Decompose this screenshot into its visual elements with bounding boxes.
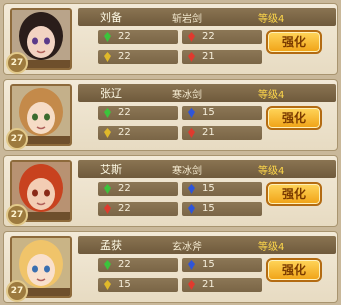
- equipment-level: 等级4: [258, 166, 285, 177]
- hero-level-badge: 27: [6, 128, 28, 150]
- stat-value: 21: [202, 279, 215, 290]
- stat-slot: 21: [182, 278, 262, 292]
- stat-value: 21: [202, 127, 215, 138]
- hero-card: 27 刘备 斩岩剑 等级4 22 22 22 21 强化: [3, 3, 338, 75]
- stat-value: 22: [118, 259, 131, 270]
- equipment-level: 等级4: [258, 242, 285, 253]
- stat-slot: 22: [98, 126, 178, 140]
- stat-slot: 15: [182, 202, 262, 216]
- stat-slot: 15: [182, 258, 262, 272]
- stat-value: 22: [202, 31, 215, 42]
- stat-value: 22: [118, 107, 131, 118]
- hero-name-bar: 张辽 寒冰剑 等级4: [78, 84, 336, 102]
- gold-gem-icon: [104, 52, 111, 62]
- upgrade-button[interactable]: 强化: [266, 182, 322, 206]
- stat-value: 15: [118, 279, 131, 290]
- stat-slot: 22: [98, 182, 178, 196]
- blue-gem-icon: [188, 260, 195, 270]
- hero-name: 艾斯: [100, 163, 122, 176]
- red-gem-icon: [188, 52, 195, 62]
- gold-gem-icon: [104, 280, 111, 290]
- red-gem-icon: [188, 128, 195, 138]
- stat-slot: 22: [98, 106, 178, 120]
- stat-slot: 22: [98, 50, 178, 64]
- equipment-level: 等级4: [258, 90, 285, 101]
- red-gem-icon: [188, 32, 195, 42]
- blue-gem-icon: [188, 204, 195, 214]
- stat-slot: 22: [98, 258, 178, 272]
- stat-value: 22: [118, 183, 131, 194]
- stat-value: 15: [202, 107, 215, 118]
- stat-slot: 22: [98, 202, 178, 216]
- weapon-name: 斩岩剑: [172, 14, 202, 25]
- stat-slot: 21: [182, 50, 262, 64]
- weapon-name: 玄冰斧: [172, 242, 202, 253]
- hero-card: 27 孟获 玄冰斧 等级4 22 15 15 21 强化: [3, 231, 338, 303]
- weapon-name: 寒冰剑: [172, 90, 202, 101]
- hero-card: 27 艾斯 寒冰剑 等级4 22 15 22 15 强化: [3, 155, 338, 227]
- stat-slot: 22: [182, 30, 262, 44]
- hero-card: 27 张辽 寒冰剑 等级4 22 15 22 21 强化: [3, 79, 338, 151]
- equipment-level: 等级4: [258, 14, 285, 25]
- stat-value: 22: [118, 203, 131, 214]
- hero-name-bar: 刘备 斩岩剑 等级4: [78, 8, 336, 26]
- hero-name: 刘备: [100, 11, 122, 24]
- stat-value: 15: [202, 259, 215, 270]
- green-gem-icon: [104, 184, 111, 194]
- stat-value: 21: [202, 51, 215, 62]
- hero-level-badge: 27: [6, 280, 28, 302]
- stat-value: 15: [202, 183, 215, 194]
- upgrade-button[interactable]: 强化: [266, 30, 322, 54]
- stat-value: 22: [118, 127, 131, 138]
- stat-value: 15: [202, 203, 215, 214]
- green-gem-icon: [104, 260, 111, 270]
- red-gem-icon: [188, 280, 195, 290]
- upgrade-button[interactable]: 强化: [266, 106, 322, 130]
- blue-gem-icon: [188, 184, 195, 194]
- hero-name-bar: 艾斯 寒冰剑 等级4: [78, 160, 336, 178]
- stat-slot: 15: [98, 278, 178, 292]
- hero-equipment-list: 27 刘备 斩岩剑 等级4 22 22 22 21 强化 27 张辽 寒冰剑 等…: [0, 0, 341, 305]
- stat-slot: 21: [182, 126, 262, 140]
- hero-level-badge: 27: [6, 204, 28, 226]
- upgrade-button[interactable]: 强化: [266, 258, 322, 282]
- hero-name: 张辽: [100, 87, 122, 100]
- stat-slot: 15: [182, 106, 262, 120]
- weapon-name: 寒冰剑: [172, 166, 202, 177]
- stat-slot: 15: [182, 182, 262, 196]
- red-gem-icon: [104, 204, 111, 214]
- stat-value: 22: [118, 51, 131, 62]
- stat-slot: 22: [98, 30, 178, 44]
- green-gem-icon: [104, 32, 111, 42]
- gold-gem-icon: [104, 128, 111, 138]
- blue-gem-icon: [188, 108, 195, 118]
- stat-value: 22: [118, 31, 131, 42]
- green-gem-icon: [104, 108, 111, 118]
- hero-name-bar: 孟获 玄冰斧 等级4: [78, 236, 336, 254]
- hero-name: 孟获: [100, 239, 122, 252]
- hero-level-badge: 27: [6, 52, 28, 74]
